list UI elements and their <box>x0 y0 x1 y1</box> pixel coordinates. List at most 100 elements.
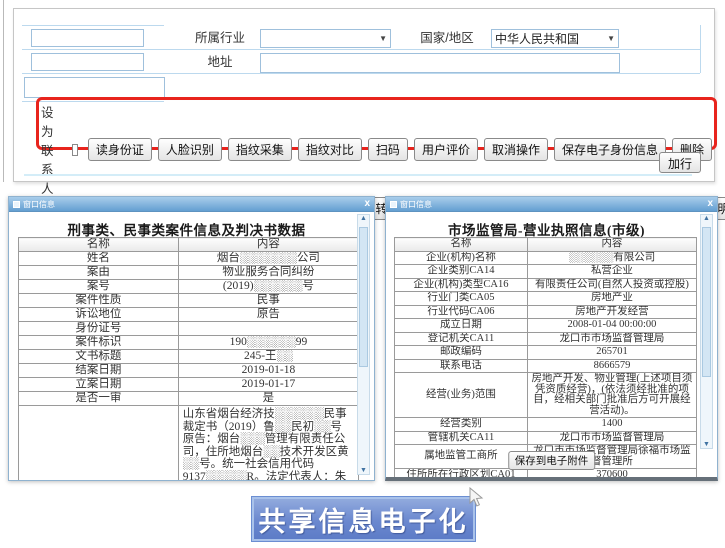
table-row: 姓名 烟台░░░░░░░公司 <box>18 251 360 266</box>
table-row: 登记机关CA11 龙口市市场监督管理局 <box>394 331 698 346</box>
business-license-title: 市场监管局-营业执照信息(市级) <box>448 223 645 238</box>
table-cell: 立案日期 <box>18 377 179 392</box>
top-form-card: 所属行业 ▼ 国家/地区 中华人民共和国 ▼ 地址 设为联系人 读身份证 人脸识别… <box>13 8 725 220</box>
table-cell: (2019)░░░░░░号 <box>177 279 360 294</box>
scrollbar-thumb[interactable] <box>702 227 711 377</box>
scrollbar-thumb[interactable] <box>359 227 368 367</box>
set-contact-checkbox[interactable] <box>71 143 78 156</box>
country-label: 国家/地区 <box>420 31 474 45</box>
action-button[interactable]: 人脸识别 <box>157 138 222 161</box>
divider-line <box>24 174 692 176</box>
table-cell: 经营(业务)范围 <box>394 372 528 418</box>
table-row: 企业(机构)类型CA16 有限责任公司(自然人投资或控股) <box>394 277 698 292</box>
table-cell: 企业(机构)类型CA16 <box>394 277 528 292</box>
table-cell: 烟台░░░░░░░公司 <box>177 251 360 266</box>
industry-select[interactable]: ▼ <box>260 29 391 48</box>
address-input[interactable] <box>260 53 620 73</box>
table-cell <box>18 405 179 480</box>
scroll-up-icon[interactable]: ▲ <box>360 215 367 222</box>
table-cell: 联系电话 <box>394 358 528 373</box>
action-button[interactable]: 取消操作 <box>483 138 548 161</box>
table-cell: 有限责任公司(自然人投资或控股) <box>526 277 698 292</box>
table-row: 诉讼地位 原告 <box>18 307 360 322</box>
table-cell: 行业门类CA05 <box>394 291 528 306</box>
add-row-button[interactable]: 加行 <box>659 152 701 173</box>
cursor-icon <box>469 487 484 507</box>
text-field-1[interactable] <box>31 29 144 47</box>
table-cell: ░░░░░░有限公司 <box>526 250 698 265</box>
table-row: 案件性质 民事 <box>18 293 360 308</box>
table-cell: 住所所在行政区划CA01 <box>394 468 528 477</box>
window-icon <box>390 200 397 208</box>
table-cell: 诉讼地位 <box>18 307 179 322</box>
table-cell: 案号 <box>18 279 179 294</box>
action-button[interactable]: 指纹采集 <box>227 138 292 161</box>
table-cell: 房地产业 <box>526 291 698 306</box>
table-cell: 成立日期 <box>394 318 528 333</box>
scroll-down-icon[interactable]: ▼ <box>360 467 367 474</box>
table-row: 文书标题 245-王░░ <box>18 349 360 364</box>
country-select-value: 中华人民共和国 <box>495 32 580 46</box>
text-field-2[interactable] <box>31 53 144 71</box>
header-name: 名称 <box>394 237 528 252</box>
table-cell: 是 <box>177 391 360 406</box>
industry-label: 所属行业 <box>194 31 245 45</box>
table-row: 行业代码CA06 房地产开发经营 <box>394 304 698 319</box>
table-row: 结案日期 2019-01-18 <box>18 363 360 378</box>
header-content: 内容 <box>177 237 360 252</box>
table-cell: 文书标题 <box>18 349 179 364</box>
country-select[interactable]: 中华人民共和国 ▼ <box>491 29 619 48</box>
table-row: 经营类别 1400 <box>394 417 698 432</box>
table-cell: 是否一审 <box>18 391 179 406</box>
table-cell: 190░░░░░░99 <box>177 335 360 350</box>
table-cell: 龙口市市场监督管理局 <box>526 430 698 445</box>
table-cell: 案件性质 <box>18 293 179 308</box>
table-row: 行业门类CA05 房地产业 <box>394 291 698 306</box>
action-button[interactable]: 读身份证 <box>87 138 152 161</box>
table-cell: 265701 <box>526 345 698 360</box>
table-cell: 管辖机关CA11 <box>394 430 528 445</box>
window-titlebar[interactable]: 窗口信息 x <box>386 197 717 212</box>
table-cell: 2019-01-17 <box>177 377 360 392</box>
table-row: 成立日期 2008-01-04 00:00:00 <box>394 318 698 333</box>
divider <box>164 73 700 74</box>
table-cell: 结案日期 <box>18 363 179 378</box>
table-cell: 原告 <box>177 307 360 322</box>
close-icon[interactable]: x <box>364 199 370 209</box>
close-icon[interactable]: x <box>707 199 713 209</box>
action-button[interactable]: 用户评价 <box>413 138 478 161</box>
window-icon <box>13 200 20 208</box>
action-button[interactable]: 保存电子身份信息 <box>553 138 666 161</box>
table-row: 立案日期 2019-01-17 <box>18 377 360 392</box>
table-cell: 邮政编码 <box>394 345 528 360</box>
table-row: 联系电话 8666579 <box>394 358 698 373</box>
scrollbar[interactable]: ▲ ▼ <box>357 214 370 475</box>
titlebar-text: 窗口信息 <box>400 199 432 209</box>
divider <box>22 49 164 50</box>
action-button[interactable]: 扫码 <box>367 138 408 161</box>
table-cell: 龙口市市场监督管理局 <box>526 331 698 346</box>
window-titlebar[interactable]: 窗口信息 x <box>9 197 374 212</box>
save-attachment-button[interactable]: 保存到电子附件 <box>507 451 596 470</box>
table-row: 企业(机构)名称 ░░░░░░有限公司 <box>394 250 698 265</box>
divider <box>22 73 164 74</box>
case-info-window: 窗口信息 x 刑事类、民事类案件信息及判决书数据 名称 内容 姓名 烟台░░░░░… <box>8 196 375 481</box>
scrollbar[interactable]: ▲ ▼ <box>700 214 713 449</box>
table-cell: 私营企业 <box>526 264 698 279</box>
business-license-window: 窗口信息 x 市场监管局-营业执照信息(市级) 名称 内容 企业(机构)名称 ░░… <box>385 196 718 481</box>
chevron-down-icon: ▼ <box>607 34 615 43</box>
scroll-up-icon[interactable]: ▲ <box>703 215 710 222</box>
scroll-down-icon[interactable]: ▼ <box>703 441 710 448</box>
button-row-1: 设为联系人 读身份证 人脸识别 指纹采集 指纹对比 扫码 用户评价 取消操作 保存电子身份信息… <box>41 102 712 197</box>
action-button[interactable]: 指纹对比 <box>297 138 362 161</box>
table-row: 案号 (2019)░░░░░░号 <box>18 279 360 294</box>
table-row: 管辖机关CA11 龙口市市场监督管理局 <box>394 430 698 445</box>
table-cell: 245-王░░ <box>177 349 360 364</box>
table-cell: 房地产开发、物业管理(上述项目须凭资质经营)，(依法须经批准的项目，经相关部门批… <box>526 372 698 418</box>
divider <box>164 49 700 50</box>
table-cell: 行业代码CA06 <box>394 304 528 319</box>
table-cell: 案件标识 <box>18 335 179 350</box>
case-info-title: 刑事类、民事类案件信息及判决书数据 <box>67 223 306 238</box>
text-field-3[interactable] <box>24 77 165 98</box>
table-row: 身份证号 <box>18 321 360 336</box>
